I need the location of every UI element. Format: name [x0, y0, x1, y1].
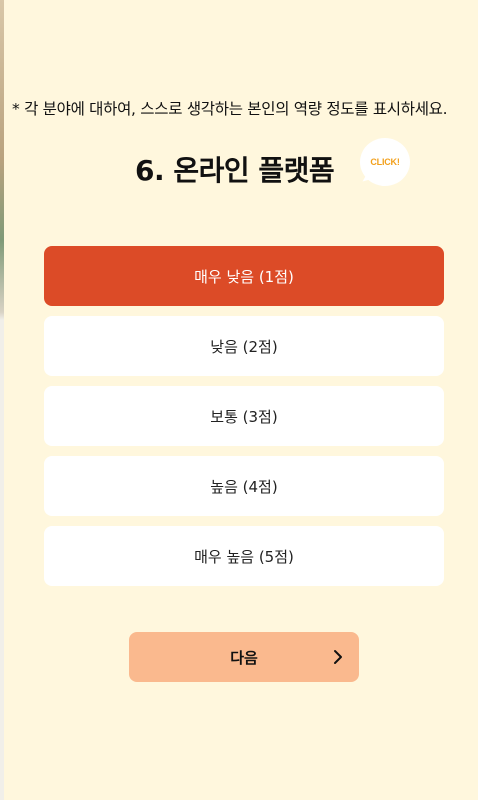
option-3-normal[interactable]: 보통 (3점) [44, 386, 444, 446]
next-button[interactable]: 다음 [129, 632, 359, 682]
option-label: 높음 (4점) [210, 477, 278, 496]
instruction-text: * 각 분야에 대하여, 스스로 생각하는 본인의 역량 정도를 표시하세요. [12, 100, 448, 118]
option-4-high[interactable]: 높음 (4점) [44, 456, 444, 516]
click-badge: CLICK! [360, 138, 410, 186]
left-edge-strip [0, 0, 4, 800]
chevron-right-icon [334, 650, 342, 664]
option-label: 매우 높음 (5점) [194, 547, 294, 566]
question-title: 6. 온라인 플랫폼 [135, 154, 335, 187]
option-label: 매우 낮음 (1점) [194, 267, 294, 286]
option-label: 낮음 (2점) [210, 337, 278, 356]
option-1-very-low[interactable]: 매우 낮음 (1점) [44, 246, 444, 306]
option-5-very-high[interactable]: 매우 높음 (5점) [44, 526, 444, 586]
next-button-label: 다음 [230, 648, 258, 667]
option-2-low[interactable]: 낮음 (2점) [44, 316, 444, 376]
click-badge-label: CLICK! [370, 157, 400, 167]
option-label: 보통 (3점) [210, 407, 278, 426]
